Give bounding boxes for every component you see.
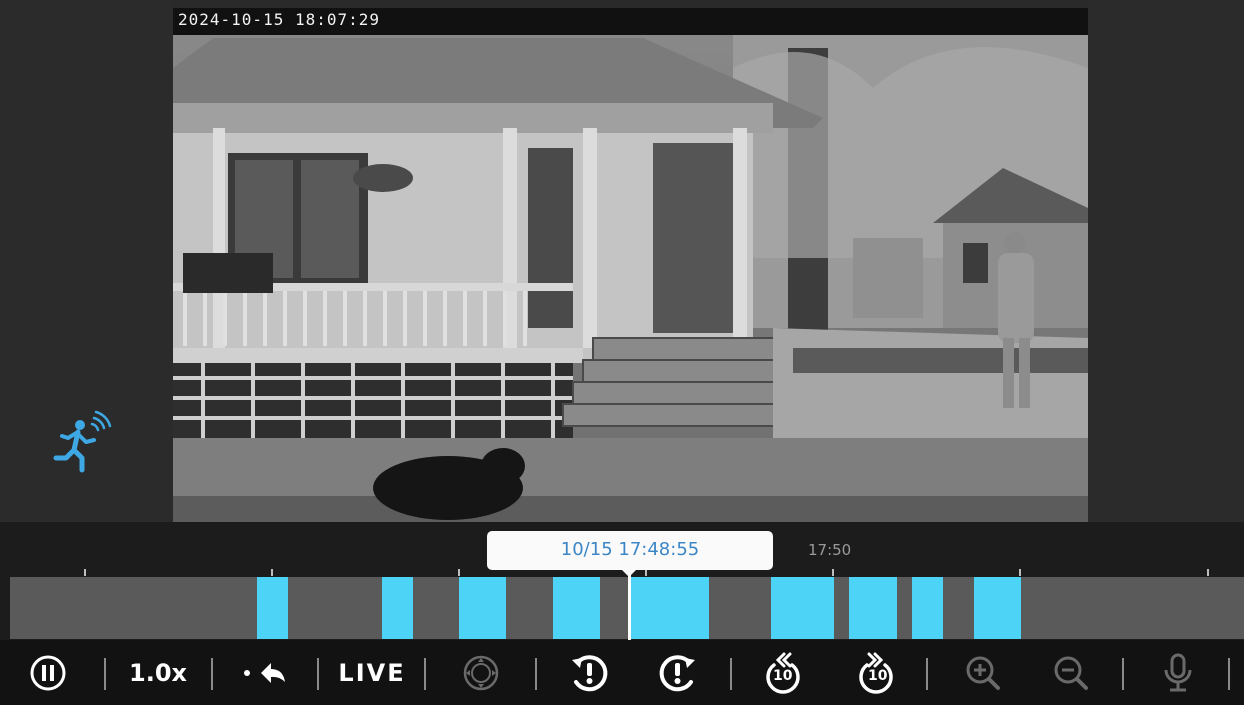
back-to-event-button[interactable]	[238, 640, 288, 705]
live-label: LIVE	[338, 658, 406, 687]
current-time-bubble: 10/15 17:48:55	[487, 531, 773, 570]
separator	[1228, 658, 1230, 690]
recording-segment	[974, 577, 1021, 639]
forward-10-button[interactable]: 10	[853, 640, 899, 705]
motion-detection-icon	[48, 410, 114, 476]
recording-segment	[382, 577, 413, 639]
separator	[424, 658, 426, 690]
right-panel	[1088, 0, 1244, 522]
recording-segment	[459, 577, 506, 639]
pause-icon	[30, 655, 66, 690]
microphone-button[interactable]	[1155, 640, 1201, 705]
forward-10-label: 10	[868, 668, 888, 684]
next-event-button[interactable]	[655, 640, 701, 705]
rewind-10-label: 10	[773, 668, 793, 684]
separator	[1122, 658, 1124, 690]
previous-event-button[interactable]	[566, 640, 612, 705]
recording-segment	[257, 577, 288, 639]
separator	[926, 658, 928, 690]
speed-label: 1.0x	[129, 658, 187, 687]
video-scene	[173, 8, 1088, 522]
recording-segment	[553, 577, 600, 639]
separator	[211, 658, 213, 690]
timeline-tick-label: 17:50	[808, 541, 852, 559]
pause-button[interactable]	[26, 640, 70, 705]
separator	[730, 658, 732, 690]
recording-segment	[849, 577, 897, 639]
previous-event-icon	[572, 654, 608, 691]
time-bubble-pointer	[621, 569, 637, 577]
ptz-icon	[463, 655, 499, 690]
playback-speed-button[interactable]: 1.0x	[126, 640, 190, 705]
separator	[317, 658, 319, 690]
back-to-event-icon	[244, 662, 285, 683]
ptz-button[interactable]	[458, 640, 504, 705]
zoom-in-button[interactable]	[960, 640, 1006, 705]
next-event-icon	[659, 654, 695, 691]
current-time-label: 10/15 17:48:55	[560, 539, 700, 560]
recording-segment	[912, 577, 943, 639]
camera-video-feed[interactable]	[173, 8, 1088, 522]
rewind-10-button[interactable]: 10	[760, 640, 806, 705]
timestamp-overlay: 2024-10-15 18:07:29	[178, 10, 381, 29]
zoom-in-icon	[966, 656, 1000, 690]
zoom-out-button[interactable]	[1048, 640, 1094, 705]
separator	[535, 658, 537, 690]
live-button[interactable]: LIVE	[338, 640, 406, 705]
timeline-bar	[10, 577, 1244, 639]
microphone-icon	[1164, 653, 1192, 691]
playhead	[628, 572, 631, 640]
separator	[104, 658, 106, 690]
recording-segment	[771, 577, 834, 639]
recording-segment	[631, 577, 709, 639]
zoom-out-icon	[1054, 656, 1088, 690]
